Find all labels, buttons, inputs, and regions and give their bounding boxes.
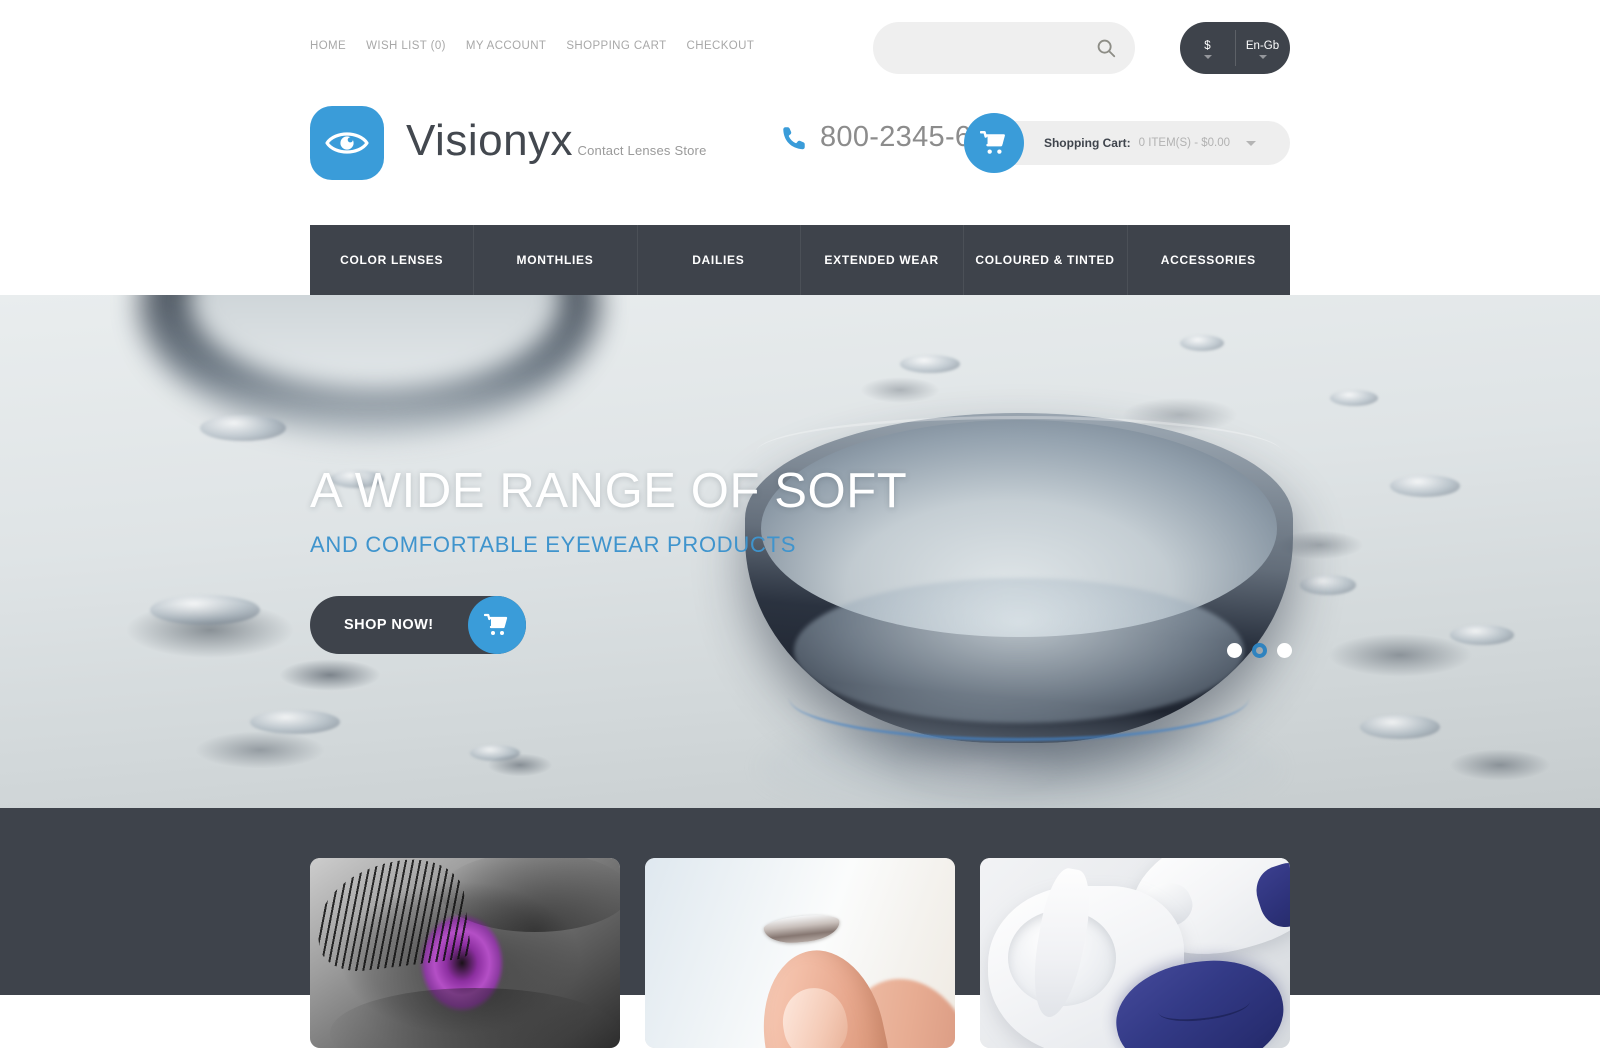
water-drop bbox=[1330, 390, 1378, 406]
slider-dot-3[interactable] bbox=[1277, 643, 1292, 658]
main-nav: COLOR LENSES MONTHLIES DAILIES EXTENDED … bbox=[310, 225, 1290, 295]
water-drop bbox=[470, 745, 520, 761]
nav-item-coloured-tinted[interactable]: COLOURED & TINTED bbox=[963, 225, 1126, 295]
cart-label: Shopping Cart: bbox=[1043, 136, 1131, 150]
nav-item-color-lenses[interactable]: COLOR LENSES bbox=[310, 225, 473, 295]
brand-tagline: Contact Lenses Store bbox=[577, 143, 707, 158]
slider-dot-1[interactable] bbox=[1227, 643, 1242, 658]
search-button[interactable] bbox=[1091, 33, 1121, 63]
search-icon bbox=[1097, 39, 1116, 58]
nav-item-accessories[interactable]: ACCESSORIES bbox=[1126, 225, 1290, 295]
hero-slider: A WIDE RANGE OF SOFT AND COMFORTABLE EYE… bbox=[0, 295, 1600, 808]
water-drop bbox=[1450, 625, 1514, 645]
hero-subtitle: AND COMFORTABLE EYEWEAR PRODUCTS bbox=[310, 531, 797, 557]
shop-now-label: SHOP NOW! bbox=[344, 616, 434, 633]
promo-card-lens-case[interactable] bbox=[980, 858, 1290, 1048]
main-nav-wrapper: COLOR LENSES MONTHLIES DAILIES EXTENDED … bbox=[310, 225, 1290, 295]
logo[interactable]: Visionyx Contact Lenses Store bbox=[310, 106, 707, 180]
water-drop bbox=[1300, 575, 1356, 595]
search-box bbox=[873, 22, 1135, 74]
water-drop bbox=[1360, 715, 1440, 739]
cart-block[interactable]: Shopping Cart: 0 ITEM(S) - $0.00 bbox=[963, 113, 1290, 173]
currency-selector[interactable]: $ bbox=[1180, 22, 1235, 74]
language-label: En-Gb bbox=[1245, 40, 1280, 52]
top-link-shopping-cart[interactable]: SHOPPING CART bbox=[566, 40, 666, 52]
brand-name: Visionyx bbox=[406, 116, 574, 165]
language-selector[interactable]: En-Gb bbox=[1235, 22, 1290, 74]
promo-card-eye[interactable] bbox=[310, 858, 620, 1048]
water-drop bbox=[1390, 475, 1460, 497]
chevron-down-icon bbox=[1258, 55, 1267, 59]
nav-item-dailies[interactable]: DAILIES bbox=[636, 225, 800, 295]
promo-card-lens-on-finger[interactable] bbox=[645, 858, 955, 1048]
top-link-wish-list[interactable]: WISH LIST (0) bbox=[366, 40, 446, 52]
top-link-home[interactable]: HOME bbox=[310, 40, 346, 52]
nav-item-monthlies[interactable]: MONTHLIES bbox=[473, 225, 636, 295]
lens-blue-edge bbox=[788, 655, 1250, 741]
currency-language-group: $ En-Gb bbox=[1180, 22, 1290, 74]
logo-text: Visionyx Contact Lenses Store bbox=[406, 119, 707, 167]
top-bar: HOME WISH LIST (0) MY ACCOUNT SHOPPING C… bbox=[310, 0, 1290, 95]
water-drop bbox=[1180, 335, 1224, 351]
promo-strip bbox=[0, 808, 1600, 1048]
page-root: HOME WISH LIST (0) MY ACCOUNT SHOPPING C… bbox=[0, 0, 1600, 1048]
eye-icon bbox=[325, 132, 369, 154]
header-row: Visionyx Contact Lenses Store 800-2345-6… bbox=[310, 95, 1290, 225]
top-link-my-account[interactable]: MY ACCOUNT bbox=[466, 40, 546, 52]
logo-mark bbox=[310, 106, 384, 180]
water-drop bbox=[250, 710, 340, 734]
top-link-checkout[interactable]: CHECKOUT bbox=[687, 40, 755, 52]
shopping-cart-icon bbox=[483, 613, 507, 635]
slider-pagination bbox=[1227, 643, 1292, 658]
shop-now-cart-circle bbox=[467, 595, 526, 654]
water-drop bbox=[150, 595, 260, 625]
slider-dot-2[interactable] bbox=[1252, 643, 1267, 658]
currency-label: $ bbox=[1204, 40, 1211, 52]
chevron-down-icon bbox=[1203, 55, 1212, 59]
cart-icon-button[interactable] bbox=[963, 113, 1024, 173]
chevron-down-icon bbox=[1246, 140, 1256, 146]
water-drop bbox=[900, 355, 960, 373]
promo-card-list bbox=[310, 808, 1290, 1048]
phone-icon bbox=[783, 126, 805, 149]
shop-now-button[interactable]: SHOP NOW! bbox=[310, 595, 526, 654]
shopping-cart-icon bbox=[979, 130, 1005, 154]
hero-caption: A WIDE RANGE OF SOFT AND COMFORTABLE EYE… bbox=[310, 465, 1290, 654]
nav-item-extended-wear[interactable]: EXTENDED WEAR bbox=[799, 225, 963, 295]
cart-total: 0 ITEM(S) - $0.00 bbox=[1138, 137, 1230, 149]
hero-title: A WIDE RANGE OF SOFT bbox=[310, 464, 908, 518]
water-drop bbox=[200, 415, 286, 441]
utility-nav: HOME WISH LIST (0) MY ACCOUNT SHOPPING C… bbox=[310, 40, 754, 52]
